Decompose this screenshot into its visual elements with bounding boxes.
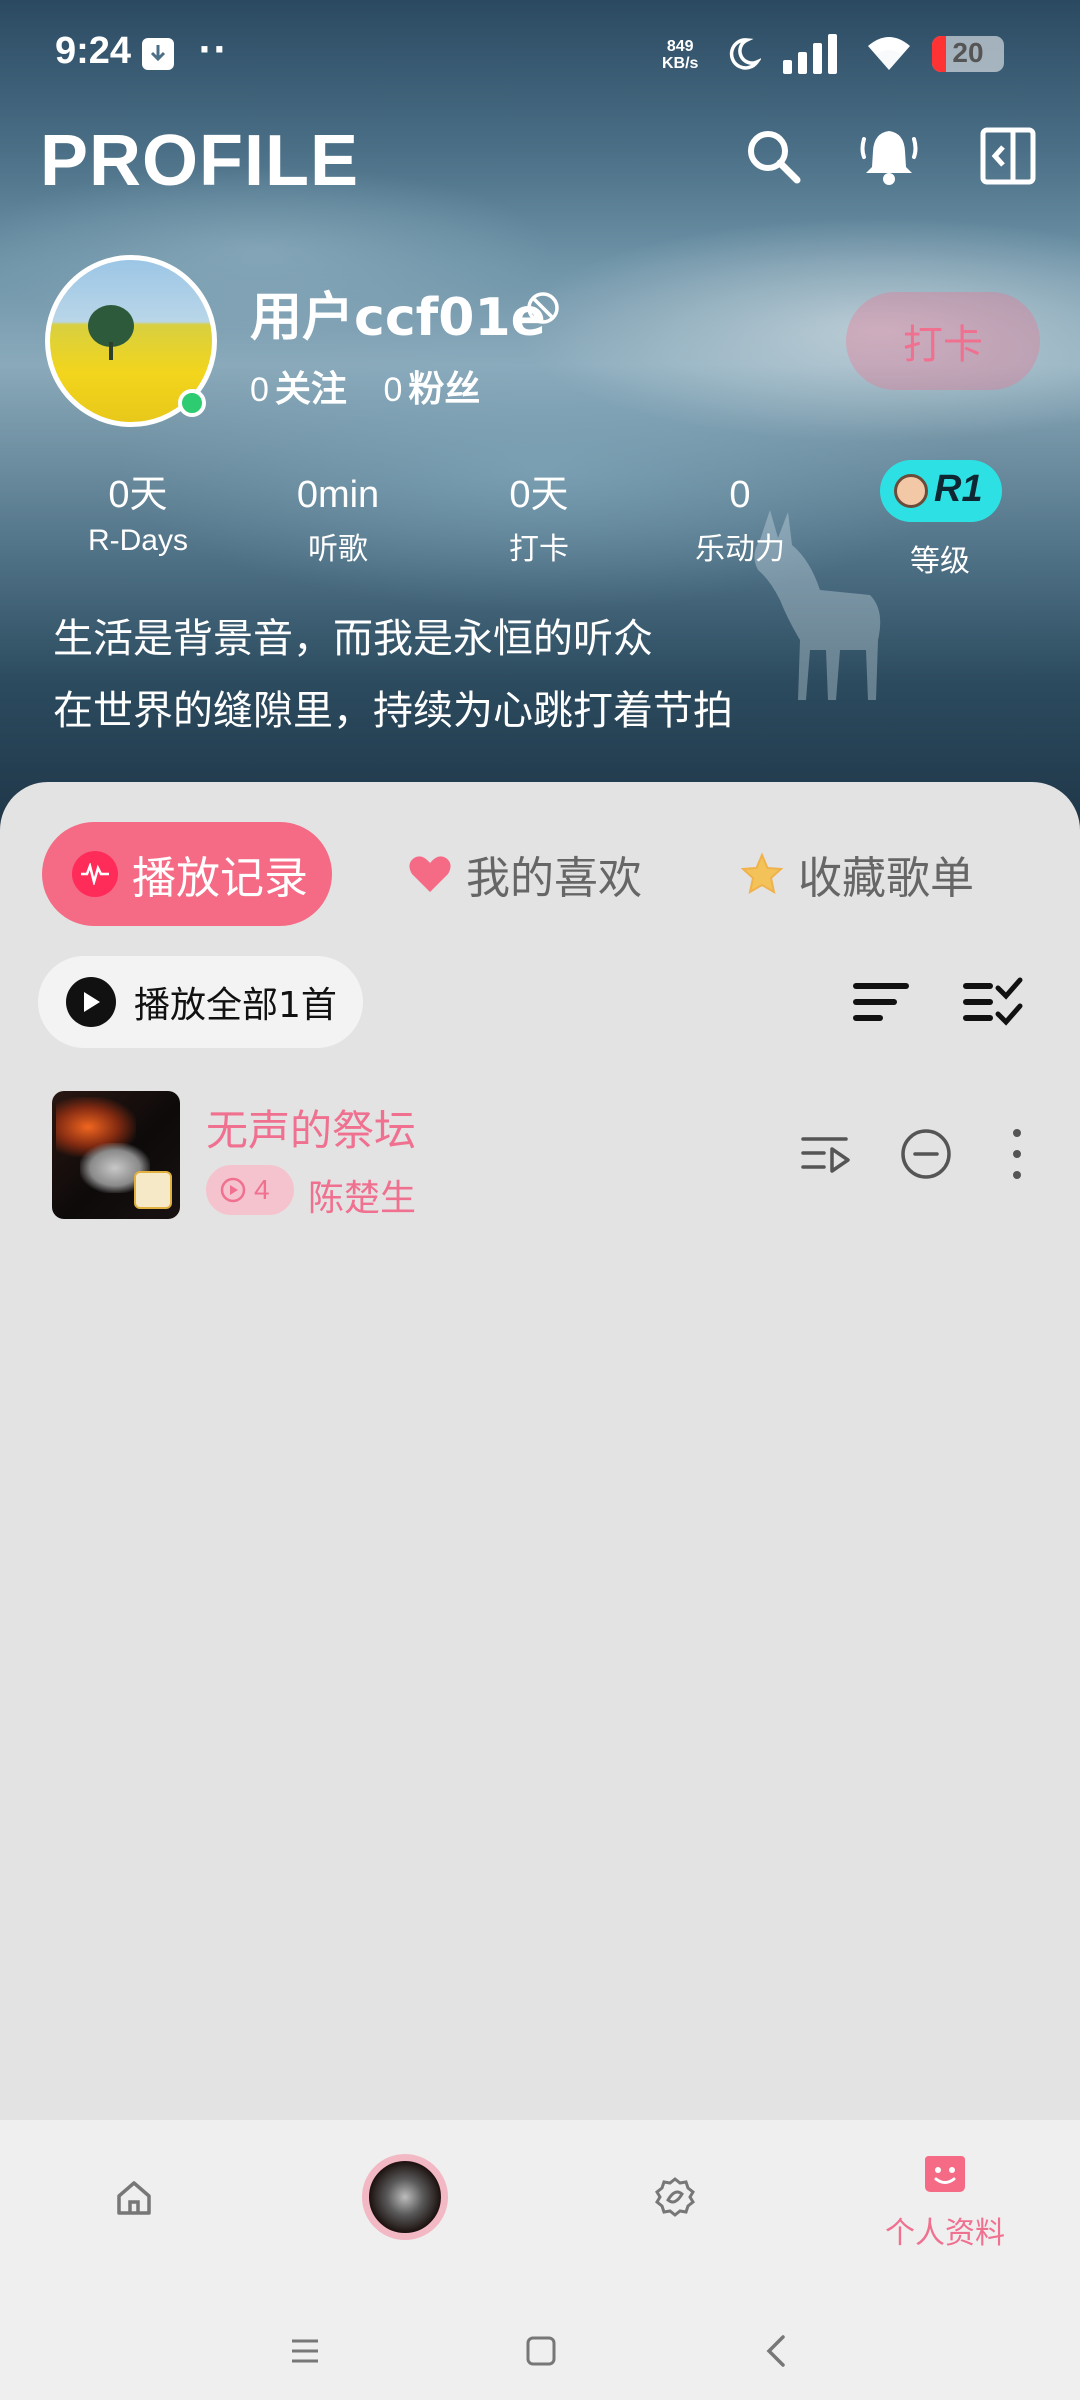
status-time: 9:24 bbox=[55, 30, 132, 72]
add-to-queue-icon[interactable] bbox=[800, 1129, 852, 1179]
stat-value: 0min bbox=[296, 474, 380, 516]
battery-text: 20 bbox=[952, 37, 984, 68]
download-icon bbox=[142, 38, 174, 70]
profile-nav-icon[interactable] bbox=[923, 2152, 967, 2196]
waveform-icon bbox=[72, 851, 118, 897]
discover-icon[interactable] bbox=[654, 2176, 696, 2218]
page-title: PROFILE bbox=[40, 121, 360, 201]
wifi-icon bbox=[868, 37, 910, 70]
stat-value: 0天 bbox=[108, 474, 168, 516]
remove-icon[interactable] bbox=[899, 1127, 953, 1181]
network-speed-value: 849 bbox=[666, 38, 694, 55]
tab-saved-playlists[interactable]: 收藏歌单 bbox=[740, 822, 974, 926]
level-label: 等级 bbox=[910, 544, 970, 579]
sort-icon[interactable] bbox=[850, 972, 912, 1032]
avatar-tree-trunk bbox=[109, 342, 113, 360]
username[interactable]: 用户ccf01e bbox=[250, 275, 546, 350]
stat-music-power[interactable]: 0 乐动力 bbox=[650, 470, 830, 568]
follow-stats: 0 关注 0 粉丝 bbox=[250, 360, 504, 412]
tab-label: 我的喜欢 bbox=[466, 853, 642, 904]
avatar-tree bbox=[88, 305, 134, 347]
stat-listening[interactable]: 0min 听歌 bbox=[248, 470, 428, 568]
ban-icon bbox=[527, 292, 559, 324]
bio-line: 生活是背景音，而我是永恒的听众 bbox=[53, 616, 653, 662]
sidebar-toggle-icon[interactable] bbox=[978, 125, 1040, 187]
moon-icon bbox=[729, 38, 761, 70]
multi-select-icon[interactable] bbox=[962, 972, 1024, 1032]
stat-value: 0天 bbox=[509, 474, 569, 516]
stat-checkin[interactable]: 0天 打卡 bbox=[449, 470, 629, 568]
stat-rdays[interactable]: 0天 R-Days bbox=[48, 470, 228, 558]
play-circle-icon bbox=[220, 1177, 246, 1203]
song-title: 无声的祭坛 bbox=[206, 1106, 417, 1155]
album-cover-sticker bbox=[134, 1171, 172, 1209]
menu-icon[interactable] bbox=[290, 2338, 320, 2364]
stat-value: 0 bbox=[729, 474, 751, 516]
album-cover bbox=[52, 1091, 180, 1219]
home-icon[interactable] bbox=[114, 2178, 154, 2218]
battery-indicator: 20 bbox=[932, 36, 1004, 72]
followers-link[interactable]: 0 粉丝 bbox=[383, 369, 480, 410]
play-count: 4 bbox=[254, 1174, 270, 1205]
stat-label: 打卡 bbox=[509, 532, 569, 567]
bio: 生活是背景音，而我是永恒的听众 在世界的缝隙里，持续为心跳打着节拍 bbox=[53, 603, 733, 747]
level-avatar-icon bbox=[894, 474, 928, 508]
checkin-button[interactable]: 打卡 bbox=[846, 292, 1040, 390]
tab-play-history[interactable]: 播放记录 bbox=[42, 822, 332, 926]
heart-icon bbox=[409, 856, 451, 892]
nav-label-profile[interactable]: 个人资料 bbox=[880, 2208, 1010, 2252]
stat-label: R-Days bbox=[87, 524, 188, 557]
song-row[interactable]: 无声的祭坛 4 陈楚生 bbox=[0, 1085, 1080, 1225]
star-icon bbox=[740, 852, 784, 895]
play-all-button[interactable]: 播放全部1首 bbox=[38, 956, 363, 1048]
home-square-icon[interactable] bbox=[526, 2336, 556, 2366]
tab-label: 收藏歌单 bbox=[798, 853, 974, 904]
followers-label: 粉丝 bbox=[408, 369, 481, 410]
more-notifications-icon: ·· bbox=[198, 30, 228, 70]
now-playing-disc[interactable] bbox=[362, 2154, 448, 2240]
stat-label: 乐动力 bbox=[695, 532, 785, 567]
signal-icon bbox=[783, 34, 837, 74]
level-badge-text: R1 bbox=[934, 468, 983, 510]
following-link[interactable]: 0 关注 bbox=[250, 369, 347, 410]
network-speed-unit: KB/s bbox=[662, 55, 699, 72]
bell-icon[interactable] bbox=[858, 125, 920, 187]
search-icon[interactable] bbox=[742, 125, 804, 187]
level-badge[interactable]: R1 bbox=[880, 460, 1002, 522]
stat-label: 听歌 bbox=[308, 532, 368, 567]
online-status-dot bbox=[178, 389, 206, 417]
play-count-badge: 4 bbox=[206, 1165, 294, 1215]
followers-count: 0 bbox=[383, 371, 403, 409]
tab-label: 播放记录 bbox=[132, 853, 308, 904]
status-bar: 9:24 ·· 849 KB/s 20 bbox=[0, 0, 1080, 110]
tab-my-likes[interactable]: 我的喜欢 bbox=[408, 822, 642, 926]
following-label: 关注 bbox=[274, 369, 347, 410]
artist-name: 陈楚生 bbox=[308, 1178, 417, 1219]
play-all-label: 播放全部1首 bbox=[134, 985, 337, 1026]
network-speed: 849 KB/s bbox=[662, 38, 698, 72]
play-icon bbox=[66, 977, 116, 1027]
playback-progress-ring bbox=[369, 2161, 441, 2233]
bio-line: 在世界的缝隙里，持续为心跳打着节拍 bbox=[53, 688, 733, 734]
back-icon[interactable] bbox=[765, 2334, 787, 2368]
following-count: 0 bbox=[250, 371, 269, 409]
bottom-navigation: 个人资料 bbox=[0, 2120, 1080, 2400]
more-options-icon[interactable] bbox=[1004, 1127, 1030, 1181]
